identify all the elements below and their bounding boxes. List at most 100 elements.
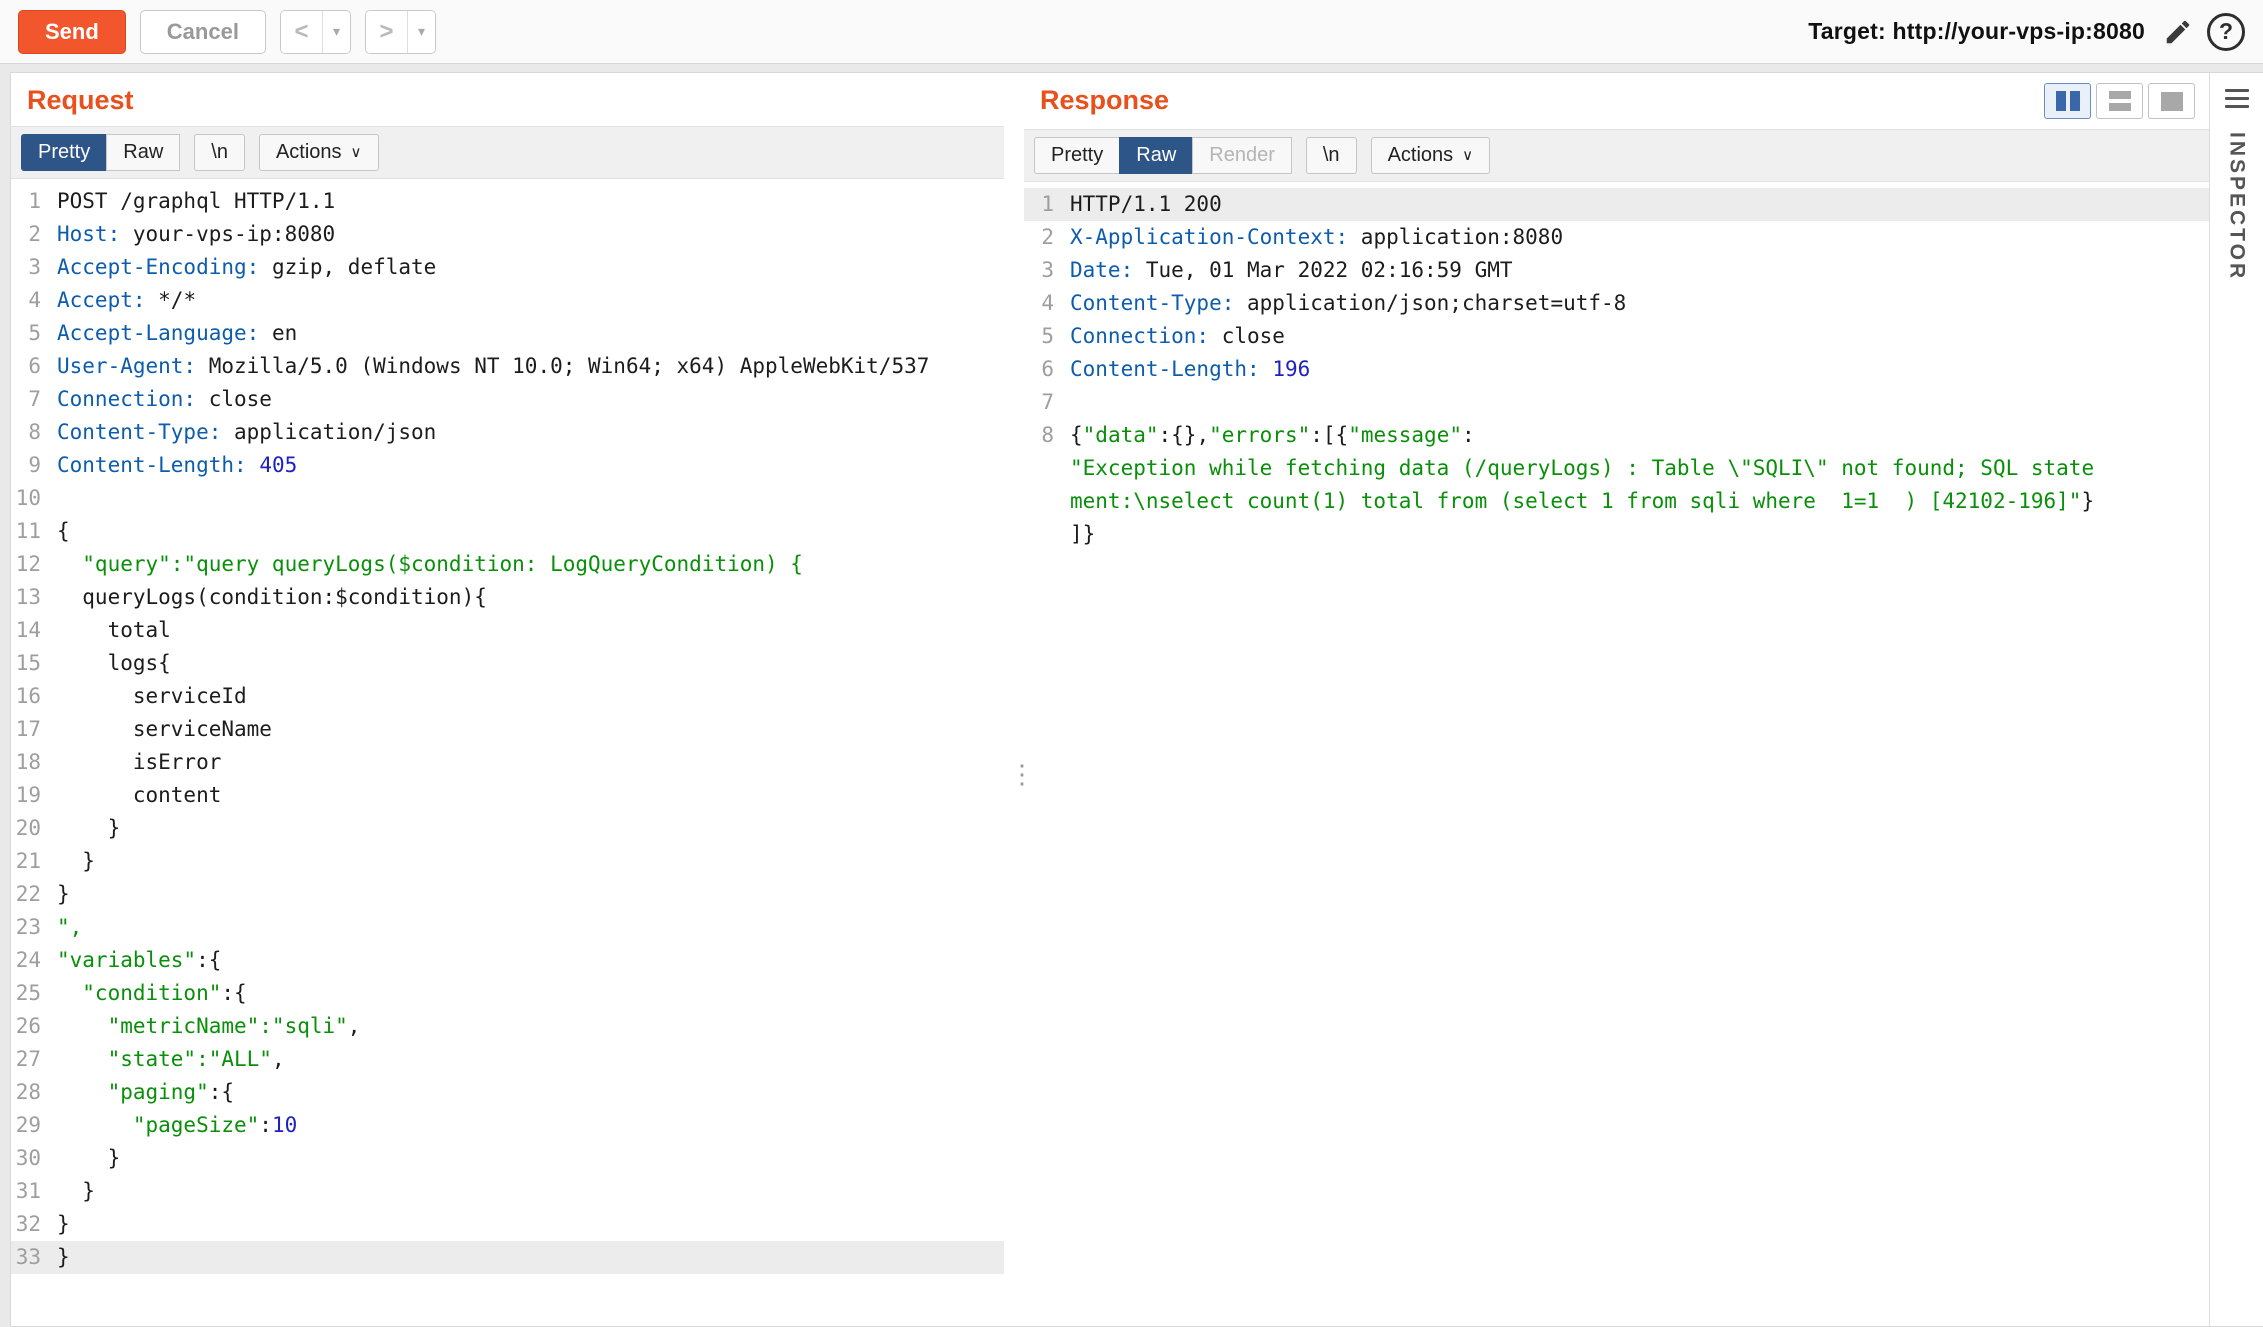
code-line: 26 "metricName":"sqli", [11,1010,1004,1043]
request-panel: Request Pretty Raw \n Actions ∨ 1POST /graph… [11,73,1004,1326]
send-button[interactable]: Send [18,10,126,54]
code-line: 8{"data":{},"errors":[{"message":"Except… [1024,419,2209,551]
tab-response-render[interactable]: Render [1192,137,1292,174]
tab-label: Raw [1136,144,1176,167]
line-number: 3 [11,251,57,284]
code-text: Connection: close [57,383,272,416]
request-editor[interactable]: 1POST /graphql HTTP/1.12Host: your-vps-i… [11,179,1004,1326]
inspector-sidebar[interactable]: INSPECTOR [2209,73,2263,1326]
response-editor[interactable]: 1HTTP/1.1 2002X-Application-Context: app… [1024,182,2209,1326]
code-text: serviceName [57,713,272,746]
top-toolbar: Send Cancel < ▾ > ▾ Target: http://your-… [0,0,2263,64]
layout-side-by-side-button[interactable] [2044,83,2091,119]
columns-icon [2056,91,2066,111]
history-forward-button[interactable]: > [366,11,408,53]
chevron-down-icon: ∨ [351,145,362,160]
code-line: 15 logs{ [11,647,1004,680]
code-text: Content-Length: 405 [57,449,297,482]
request-header: Request [11,73,1004,126]
response-tab-bar: Pretty Raw Render \n Actions∨ [1024,129,2209,182]
tab-response-pretty[interactable]: Pretty [1034,137,1120,174]
code-line: 2X-Application-Context: application:8080 [1024,221,2209,254]
code-line: 8Content-Type: application/json [11,416,1004,449]
line-number: 1 [1024,188,1070,221]
line-number: 2 [11,218,57,251]
tab-request-raw[interactable]: Raw [106,134,180,171]
layout-single-button[interactable] [2148,83,2195,119]
code-line: 23", [11,911,1004,944]
code-text: Date: Tue, 01 Mar 2022 02:16:59 GMT [1070,254,1513,287]
code-text: X-Application-Context: application:8080 [1070,221,1563,254]
code-line: 29 "pageSize":10 [11,1109,1004,1142]
dropdown-arrow-icon: ▾ [418,23,425,39]
tab-response-actions[interactable]: Actions∨ [1371,137,1491,174]
code-text: "paging":{ [57,1076,234,1109]
line-number: 7 [11,383,57,416]
panel-splitter[interactable]: ⋮ [1004,73,1024,1326]
code-line: 10 [11,482,1004,515]
code-line: 1POST /graphql HTTP/1.1 [11,185,1004,218]
inspector-menu-icon[interactable] [2225,89,2249,108]
code-text: } [57,1208,70,1241]
help-icon[interactable]: ? [2207,13,2245,51]
line-number: 20 [11,812,57,845]
line-number: 6 [1024,353,1070,386]
line-number: 30 [11,1142,57,1175]
line-number: 22 [11,878,57,911]
code-line: 4Accept: */* [11,284,1004,317]
code-text: Host: your-vps-ip:8080 [57,218,335,251]
code-line: 14 total [11,614,1004,647]
code-line: 17 serviceName [11,713,1004,746]
code-line: 33} [11,1241,1004,1274]
request-title: Request [27,85,134,116]
history-back-dropdown[interactable]: ▾ [323,11,350,53]
history-back-button[interactable]: < [281,11,323,53]
tab-label: Pretty [38,141,90,164]
line-number: 6 [11,350,57,383]
tab-response-newline[interactable]: \n [1306,137,1357,174]
code-text: } [57,1241,70,1274]
history-back-group: < ▾ [280,10,351,54]
code-line: 24"variables":{ [11,944,1004,977]
code-text: POST /graphql HTTP/1.1 [57,185,335,218]
tab-label: Render [1209,144,1275,167]
code-line: 28 "paging":{ [11,1076,1004,1109]
tab-label: Pretty [1051,144,1103,167]
dropdown-arrow-icon: ▾ [333,23,340,39]
code-text: Content-Length: 196 [1070,353,1310,386]
code-line: 1HTTP/1.1 200 [1024,188,2209,221]
code-text: "pageSize":10 [57,1109,297,1142]
code-line: 2Host: your-vps-ip:8080 [11,218,1004,251]
code-text: queryLogs(condition:$condition){ [57,581,487,614]
code-text: { [57,515,70,548]
tab-label: Actions [276,141,342,164]
tab-request-actions[interactable]: Actions ∨ [259,134,379,171]
code-text: ", [57,911,82,944]
target-label: Target: http://your-vps-ip:8080 [1808,18,2145,45]
line-number: 5 [1024,320,1070,353]
response-title: Response [1040,85,1169,116]
line-number: 5 [11,317,57,350]
tab-response-raw[interactable]: Raw [1119,137,1193,174]
code-line: 27 "state":"ALL", [11,1043,1004,1076]
chevron-down-icon: ∨ [1462,148,1473,163]
cancel-button[interactable]: Cancel [140,10,266,54]
layout-stacked-button[interactable] [2096,83,2143,119]
code-line: 9Content-Length: 405 [11,449,1004,482]
code-line: 3Date: Tue, 01 Mar 2022 02:16:59 GMT [1024,254,2209,287]
pencil-icon [2163,17,2193,47]
line-number: 21 [11,845,57,878]
tab-request-pretty[interactable]: Pretty [21,134,107,171]
edit-target-icon[interactable] [2163,17,2193,47]
tab-label: Raw [123,141,163,164]
tab-request-newline[interactable]: \n [194,134,245,171]
code-line: 5Accept-Language: en [11,317,1004,350]
line-number: 2 [1024,221,1070,254]
code-line: 7Connection: close [11,383,1004,416]
code-line: 18 isError [11,746,1004,779]
code-text: Accept-Encoding: gzip, deflate [57,251,436,284]
code-text: } [57,845,95,878]
code-text: } [57,1175,95,1208]
line-number: 19 [11,779,57,812]
history-forward-dropdown[interactable]: ▾ [408,11,435,53]
